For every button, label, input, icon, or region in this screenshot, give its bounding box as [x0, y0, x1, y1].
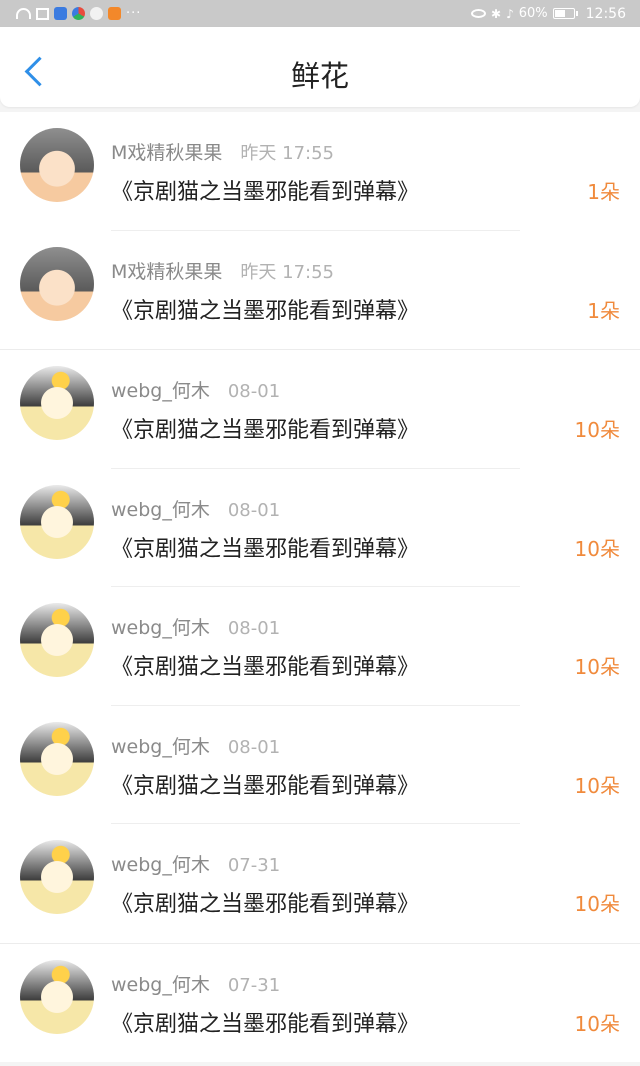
username[interactable]: webg_何木	[111, 850, 210, 877]
timestamp: 08-01	[227, 381, 281, 402]
browser-app-icon	[72, 7, 85, 20]
list-item[interactable]: webg_何木 07-31 《京剧猫之当墨邪能看到弹幕》 10朵	[0, 943, 640, 1062]
item-meta: webg_何木 08-01	[111, 613, 280, 640]
work-title[interactable]: 《京剧猫之当墨邪能看到弹幕》	[111, 1006, 419, 1038]
avatar[interactable]	[20, 246, 94, 321]
list-item[interactable]: webg_何木 08-01 《京剧猫之当墨邪能看到弹幕》 10朵	[0, 350, 640, 469]
timestamp: 昨天 17:55	[240, 143, 335, 164]
timestamp: 08-01	[227, 499, 281, 521]
avatar[interactable]	[20, 484, 94, 559]
flower-count: 1朵	[587, 298, 620, 323]
username[interactable]: M戏精秋果果	[111, 138, 222, 165]
timestamp: 07-31	[227, 974, 281, 996]
status-icons-right: ✱ ♪ 60% 12:56	[471, 6, 626, 22]
username[interactable]: webg_何木	[111, 732, 210, 759]
flower-count: 10朵	[574, 1011, 620, 1036]
battery-icon	[552, 8, 578, 19]
item-meta: M戏精秋果果 昨天 17:55	[111, 138, 334, 165]
list-item[interactable]: webg_何木 08-01 《京剧猫之当墨邪能看到弹幕》 10朵	[0, 705, 640, 824]
username[interactable]: M戏精秋果果	[111, 257, 222, 284]
avatar[interactable]	[20, 959, 94, 1034]
flower-count: 10朵	[574, 536, 620, 561]
avatar[interactable]	[20, 366, 94, 440]
timestamp: 昨天 17:55	[240, 261, 335, 283]
mute-icon: ♪	[506, 6, 514, 21]
item-meta: webg_何木 08-01	[111, 495, 280, 522]
list-item[interactable]: webg_何木 07-31 《京剧猫之当墨邪能看到弹幕》 10朵	[0, 824, 640, 943]
video-app-icon	[108, 7, 121, 20]
ball-app-icon	[90, 7, 103, 20]
list-item[interactable]: M戏精秋果果 昨天 17:55 《京剧猫之当墨邪能看到弹幕》 1朵	[0, 112, 640, 231]
work-title[interactable]: 《京剧猫之当墨邪能看到弹幕》	[111, 174, 419, 206]
avatar[interactable]	[20, 128, 94, 202]
wifi-icon	[16, 8, 31, 19]
username[interactable]: webg_何木	[111, 970, 210, 997]
bluetooth-icon: ✱	[491, 6, 502, 21]
work-title[interactable]: 《京剧猫之当墨邪能看到弹幕》	[111, 768, 419, 800]
work-title[interactable]: 《京剧猫之当墨邪能看到弹幕》	[111, 412, 419, 444]
location-app-icon	[54, 7, 67, 20]
flower-count: 10朵	[574, 892, 620, 916]
clock: 12:56	[585, 5, 626, 22]
work-title[interactable]: 《京剧猫之当墨邪能看到弹幕》	[111, 293, 419, 325]
item-meta: webg_何木 07-31	[111, 850, 280, 877]
username[interactable]: webg_何木	[111, 495, 210, 522]
status-icons-left: ···	[16, 6, 141, 21]
work-title[interactable]: 《京剧猫之当墨邪能看到弹幕》	[111, 886, 419, 918]
work-title[interactable]: 《京剧猫之当墨邪能看到弹幕》	[111, 649, 419, 681]
timestamp: 07-31	[227, 855, 281, 876]
timestamp: 08-01	[227, 618, 281, 639]
battery-percent: 60%	[518, 6, 548, 21]
flower-count: 10朵	[574, 655, 620, 679]
flower-count: 10朵	[574, 773, 620, 798]
screen-icon	[36, 7, 49, 20]
status-bar: ··· ✱ ♪ 60% 12:56	[0, 0, 640, 27]
username[interactable]: webg_何木	[111, 376, 210, 403]
item-meta: M戏精秋果果 昨天 17:55	[111, 257, 334, 284]
more-notifications-icon: ···	[126, 6, 142, 21]
avatar[interactable]	[20, 840, 94, 914]
avatar[interactable]	[20, 603, 94, 677]
flower-count: 1朵	[587, 180, 620, 204]
work-title[interactable]: 《京剧猫之当墨邪能看到弹幕》	[111, 531, 419, 563]
avatar[interactable]	[20, 721, 94, 796]
item-meta: webg_何木 07-31	[111, 970, 280, 997]
item-meta: webg_何木 08-01	[111, 376, 280, 403]
item-meta: webg_何木 08-01	[111, 732, 280, 759]
list-item[interactable]: webg_何木 08-01 《京剧猫之当墨邪能看到弹幕》 10朵	[0, 587, 640, 706]
timestamp: 08-01	[227, 736, 281, 758]
eye-icon	[471, 9, 486, 18]
page-title: 鲜花	[290, 59, 349, 93]
header: 鲜花	[0, 27, 640, 107]
list-item[interactable]: webg_何木 08-01 《京剧猫之当墨邪能看到弹幕》 10朵	[0, 468, 640, 587]
list-item[interactable]: M戏精秋果果 昨天 17:55 《京剧猫之当墨邪能看到弹幕》 1朵	[0, 230, 640, 349]
flower-list: M戏精秋果果 昨天 17:55 《京剧猫之当墨邪能看到弹幕》 1朵 M戏精秋果果…	[0, 112, 640, 1062]
flower-count: 10朵	[574, 418, 620, 442]
username[interactable]: webg_何木	[111, 613, 210, 640]
